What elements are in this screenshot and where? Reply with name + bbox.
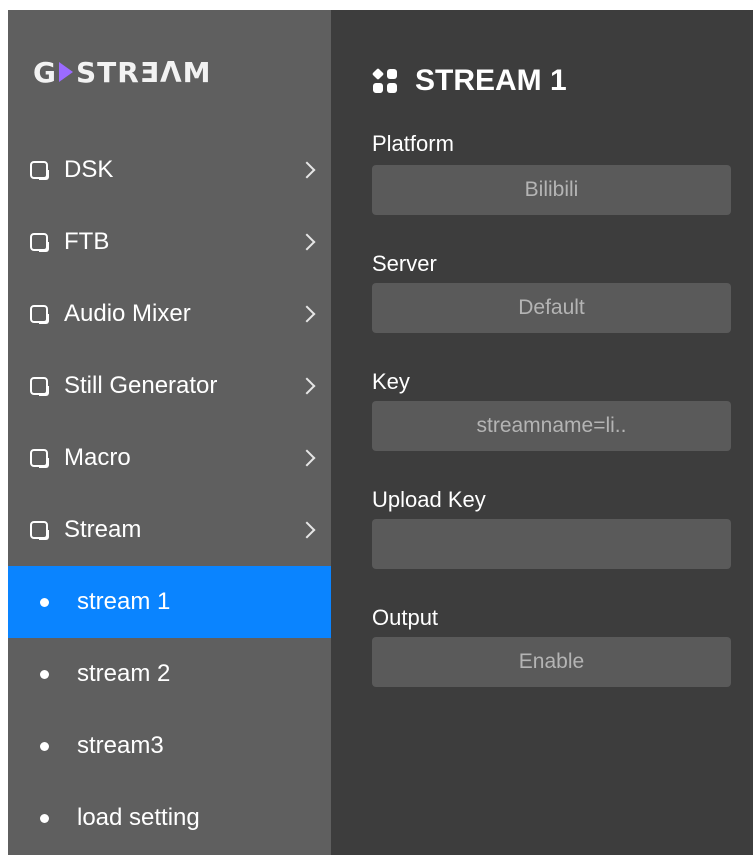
chevron-right-icon xyxy=(298,161,316,179)
sidebar-item-audio-mixer[interactable]: Audio Mixer xyxy=(8,278,331,350)
panel-title-text: STREAM 1 xyxy=(415,64,567,97)
sidebar-item-label: Still Generator xyxy=(64,372,218,399)
square-icon xyxy=(30,377,48,395)
logo-text-right: STRƎΛM xyxy=(75,55,212,89)
key-field[interactable]: streamname=li.. xyxy=(372,401,731,451)
sidebar: G STRƎΛM DSK FTB Audio Mixer Still Gener… xyxy=(8,10,331,855)
logo-play-icon xyxy=(58,62,73,82)
sidebar-subitem-label: load setting xyxy=(77,804,200,831)
square-icon xyxy=(30,521,48,539)
key-label: Key xyxy=(372,369,410,394)
sidebar-subitem-stream-2[interactable]: stream 2 xyxy=(8,638,331,710)
sidebar-subitem-stream3[interactable]: stream3 xyxy=(8,710,331,782)
sidebar-item-label: Stream xyxy=(64,516,142,543)
square-icon xyxy=(30,161,48,179)
square-icon xyxy=(30,305,48,323)
chevron-right-icon xyxy=(298,305,316,323)
dot-icon xyxy=(40,813,49,823)
sidebar-item-label: Macro xyxy=(64,444,131,471)
sidebar-item-label: Audio Mixer xyxy=(64,300,191,327)
platform-select[interactable]: Bilibili xyxy=(372,165,731,215)
sidebar-item-still-generator[interactable]: Still Generator xyxy=(8,350,331,422)
sidebar-subitem-label: stream 1 xyxy=(77,588,171,615)
dot-icon xyxy=(40,669,49,679)
dot-icon xyxy=(40,597,49,607)
sidebar-item-stream[interactable]: Stream xyxy=(8,494,331,566)
sidebar-item-ftb[interactable]: FTB xyxy=(8,206,331,278)
sidebar-subitem-load-setting[interactable]: load setting xyxy=(8,782,331,854)
chevron-right-icon xyxy=(298,521,316,539)
logo: G STRƎΛM xyxy=(33,55,212,89)
logo-text-left: G xyxy=(33,55,57,89)
sidebar-subitem-label: stream3 xyxy=(77,732,164,759)
app-frame: G STRƎΛM DSK FTB Audio Mixer Still Gener… xyxy=(8,10,753,855)
server-select[interactable]: Default xyxy=(372,283,731,333)
sidebar-item-macro[interactable]: Macro xyxy=(8,422,331,494)
sidebar-item-label: DSK xyxy=(64,156,114,183)
dot-icon xyxy=(40,741,49,751)
square-icon xyxy=(30,449,48,467)
sidebar-subitem-label: stream 2 xyxy=(77,660,171,687)
square-icon xyxy=(30,233,48,251)
chevron-right-icon xyxy=(298,377,316,395)
sidebar-item-label: FTB xyxy=(64,228,110,255)
output-toggle[interactable]: Enable xyxy=(372,637,731,687)
server-label: Server xyxy=(372,251,437,276)
chevron-right-icon xyxy=(298,233,316,251)
platform-label: Platform xyxy=(372,131,454,156)
grid-icon xyxy=(371,67,397,93)
sidebar-menu: DSK FTB Audio Mixer Still Generator Macr xyxy=(8,134,331,854)
sidebar-item-dsk[interactable]: DSK xyxy=(8,134,331,206)
upload-key-button[interactable] xyxy=(372,519,731,569)
output-label: Output xyxy=(372,605,439,630)
panel-title: STREAM 1 xyxy=(371,64,567,98)
sidebar-subitem-stream-1[interactable]: stream 1 xyxy=(8,566,331,638)
stream-settings-panel: STREAM 1 Platform Bilibili Server Defaul… xyxy=(331,10,753,855)
chevron-right-icon xyxy=(298,449,316,467)
upload-key-label: Upload Key xyxy=(372,487,486,512)
